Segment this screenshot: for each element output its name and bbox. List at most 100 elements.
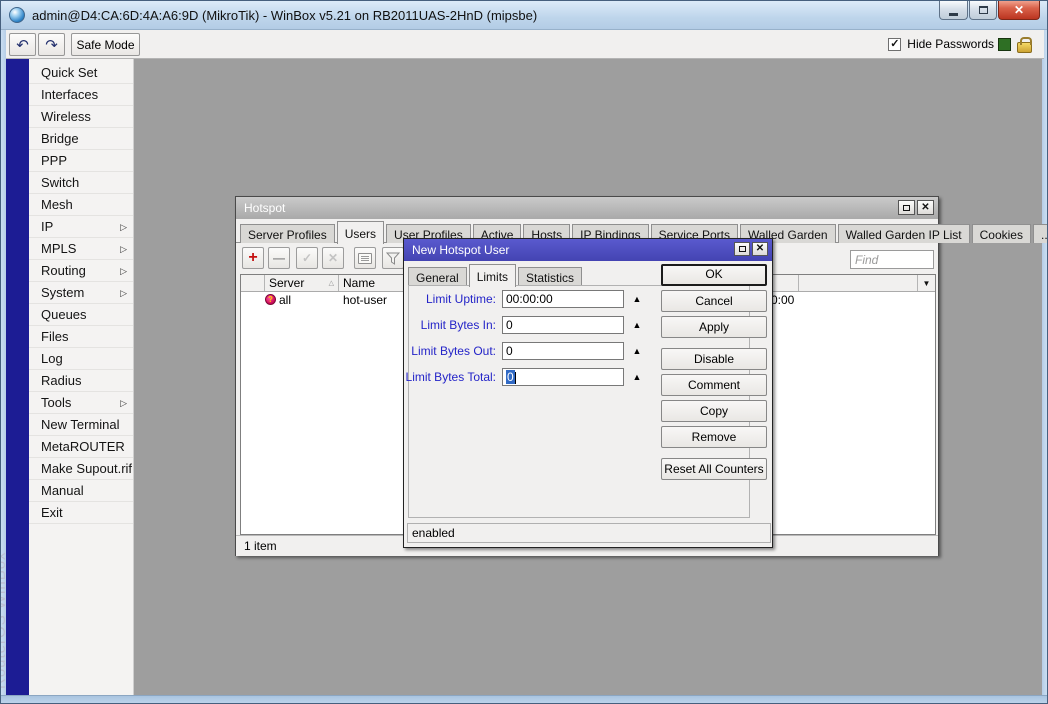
header-server-column[interactable]: Server △: [265, 275, 339, 291]
minus-icon: —: [273, 251, 285, 265]
close-button[interactable]: ✕: [998, 1, 1040, 20]
maximize-icon: [903, 204, 910, 211]
close-icon: ✕: [1013, 3, 1025, 17]
winbox-main-window: admin@D4:CA:6D:4A:A6:9D (MikroTik) - Win…: [0, 0, 1048, 704]
sidebar-item-manual[interactable]: Manual: [29, 480, 133, 502]
cell-server: all: [279, 293, 292, 307]
tab-general[interactable]: General: [408, 267, 467, 286]
tab-cookies[interactable]: Cookies: [971, 224, 1031, 243]
sidebar-item-quick-set[interactable]: Quick Set: [29, 62, 133, 84]
sidebar-item-system[interactable]: System ▷: [29, 282, 133, 304]
reset-all-counters-button[interactable]: Reset All Counters: [661, 458, 767, 480]
close-icon: ✕: [921, 201, 930, 213]
sidebar-item-make-supout[interactable]: Make Supout.rif: [29, 458, 133, 480]
window-title: admin@D4:CA:6D:4A:A6:9D (MikroTik) - Win…: [32, 7, 538, 23]
sidebar-item-label: System: [41, 285, 85, 300]
remove-button[interactable]: Remove: [661, 426, 767, 448]
sidebar-item-mpls[interactable]: MPLS ▷: [29, 238, 133, 260]
tab-more[interactable]: ...: [1032, 224, 1047, 243]
dialog-titlebar[interactable]: New Hotspot User ✕: [404, 239, 772, 261]
hotspot-maximize-button[interactable]: [898, 200, 915, 215]
limit-uptime-input[interactable]: [502, 290, 624, 308]
spinner-up-icon[interactable]: ▲: [630, 320, 644, 330]
sidebar-item-radius[interactable]: Radius: [29, 370, 133, 392]
maximize-icon: [978, 6, 988, 14]
sidebar-item-bridge[interactable]: Bridge: [29, 128, 133, 150]
window-frame-bottom: [1, 695, 1047, 703]
sidebar-item-routing[interactable]: Routing ▷: [29, 260, 133, 282]
spinner-up-icon[interactable]: ▲: [630, 294, 644, 304]
sidebar-item-label: Switch: [41, 175, 80, 190]
ok-button[interactable]: OK: [661, 264, 767, 286]
safe-mode-button[interactable]: Safe Mode: [71, 33, 140, 56]
redo-button[interactable]: ↷: [38, 33, 65, 56]
find-input[interactable]: [850, 250, 934, 269]
sidebar-item-ppp[interactable]: PPP: [29, 150, 133, 172]
copy-button[interactable]: Copy: [661, 400, 767, 422]
sidebar-item-metarouter[interactable]: MetaROUTER: [29, 436, 133, 458]
comment-item-button[interactable]: [354, 247, 376, 269]
sidebar-item-interfaces[interactable]: Interfaces: [29, 84, 133, 106]
sidebar-item-label: Interfaces: [41, 87, 99, 102]
minimize-button[interactable]: [939, 1, 968, 20]
undo-button[interactable]: ↶: [9, 33, 36, 56]
hotspot-close-button[interactable]: ✕: [917, 200, 934, 215]
sidebar-item-tools[interactable]: Tools ▷: [29, 392, 133, 414]
header-empty-column[interactable]: [799, 275, 918, 291]
column-select-dropdown[interactable]: ▼: [917, 275, 935, 291]
hide-passwords-checkbox[interactable]: ✓: [888, 37, 902, 51]
close-icon: ✕: [755, 243, 765, 254]
dialog-maximize-button[interactable]: [734, 242, 750, 256]
remove-item-button[interactable]: —: [268, 247, 290, 269]
spinner-up-icon[interactable]: ▲: [630, 346, 644, 356]
sidebar-item-wireless[interactable]: Wireless: [29, 106, 133, 128]
sidebar-item-queues[interactable]: Queues: [29, 304, 133, 326]
enable-button[interactable]: ✓: [296, 247, 318, 269]
limit-bytes-total-input[interactable]: 0: [502, 368, 624, 386]
apply-button[interactable]: Apply: [661, 316, 767, 338]
submenu-arrow-icon: ▷: [120, 266, 127, 276]
limit-bytes-in-input[interactable]: [502, 316, 624, 334]
limit-bytes-out-input[interactable]: [502, 342, 624, 360]
sidebar-item-mesh[interactable]: Mesh: [29, 194, 133, 216]
undo-icon: ↶: [16, 36, 29, 54]
comment-button[interactable]: Comment: [661, 374, 767, 396]
sidebar-item-new-terminal[interactable]: New Terminal: [29, 414, 133, 436]
cancel-button[interactable]: Cancel: [661, 290, 767, 312]
cell-name: hot-user: [343, 293, 388, 307]
maximize-button[interactable]: [969, 1, 997, 20]
sidebar-item-label: Manual: [41, 483, 84, 498]
redo-icon: ↷: [45, 36, 58, 54]
sidebar-item-log[interactable]: Log: [29, 348, 133, 370]
limit-bytes-total-label: Limit Bytes Total:: [405, 370, 496, 384]
tab-limits[interactable]: Limits: [468, 264, 517, 287]
sidebar-item-switch[interactable]: Switch: [29, 172, 133, 194]
limit-uptime-label: Limit Uptime:: [425, 292, 496, 306]
sidebar-item-ip[interactable]: IP ▷: [29, 216, 133, 238]
dialog-close-button[interactable]: ✕: [752, 242, 768, 256]
text-caret: [514, 371, 516, 384]
sidebar-item-exit[interactable]: Exit: [29, 502, 133, 524]
header-flags-column[interactable]: [241, 275, 265, 291]
disable-item-button[interactable]: ✕: [322, 247, 344, 269]
add-button[interactable]: +: [242, 247, 264, 269]
spinner-up-icon[interactable]: ▲: [630, 372, 644, 382]
tab-statistics[interactable]: Statistics: [518, 267, 583, 286]
winbox-app-icon: [9, 7, 25, 23]
disable-icon: ✕: [327, 251, 339, 265]
disable-button[interactable]: Disable: [661, 348, 767, 370]
sidebar-item-label: Wireless: [41, 109, 91, 124]
hotspot-titlebar[interactable]: Hotspot ✕: [236, 197, 938, 219]
filter-button[interactable]: [382, 247, 404, 269]
sidebar-item-label: Files: [41, 329, 69, 344]
routeros-winbox-brand: RouterOS WinBox: [0, 551, 9, 689]
comment-icon: [358, 252, 372, 264]
chevron-down-icon: ▼: [922, 278, 931, 288]
tab-walled-garden-ip-list[interactable]: Walled Garden IP List: [837, 224, 970, 243]
tab-server-profiles[interactable]: Server Profiles: [240, 224, 335, 243]
sidebar-item-files[interactable]: Files: [29, 326, 133, 348]
tab-users[interactable]: Users: [336, 221, 385, 244]
sidebar-menu: Quick Set Interfaces Wireless Bridge PPP…: [29, 59, 134, 695]
enable-icon: ✓: [301, 251, 313, 265]
submenu-arrow-icon: ▷: [120, 244, 127, 254]
